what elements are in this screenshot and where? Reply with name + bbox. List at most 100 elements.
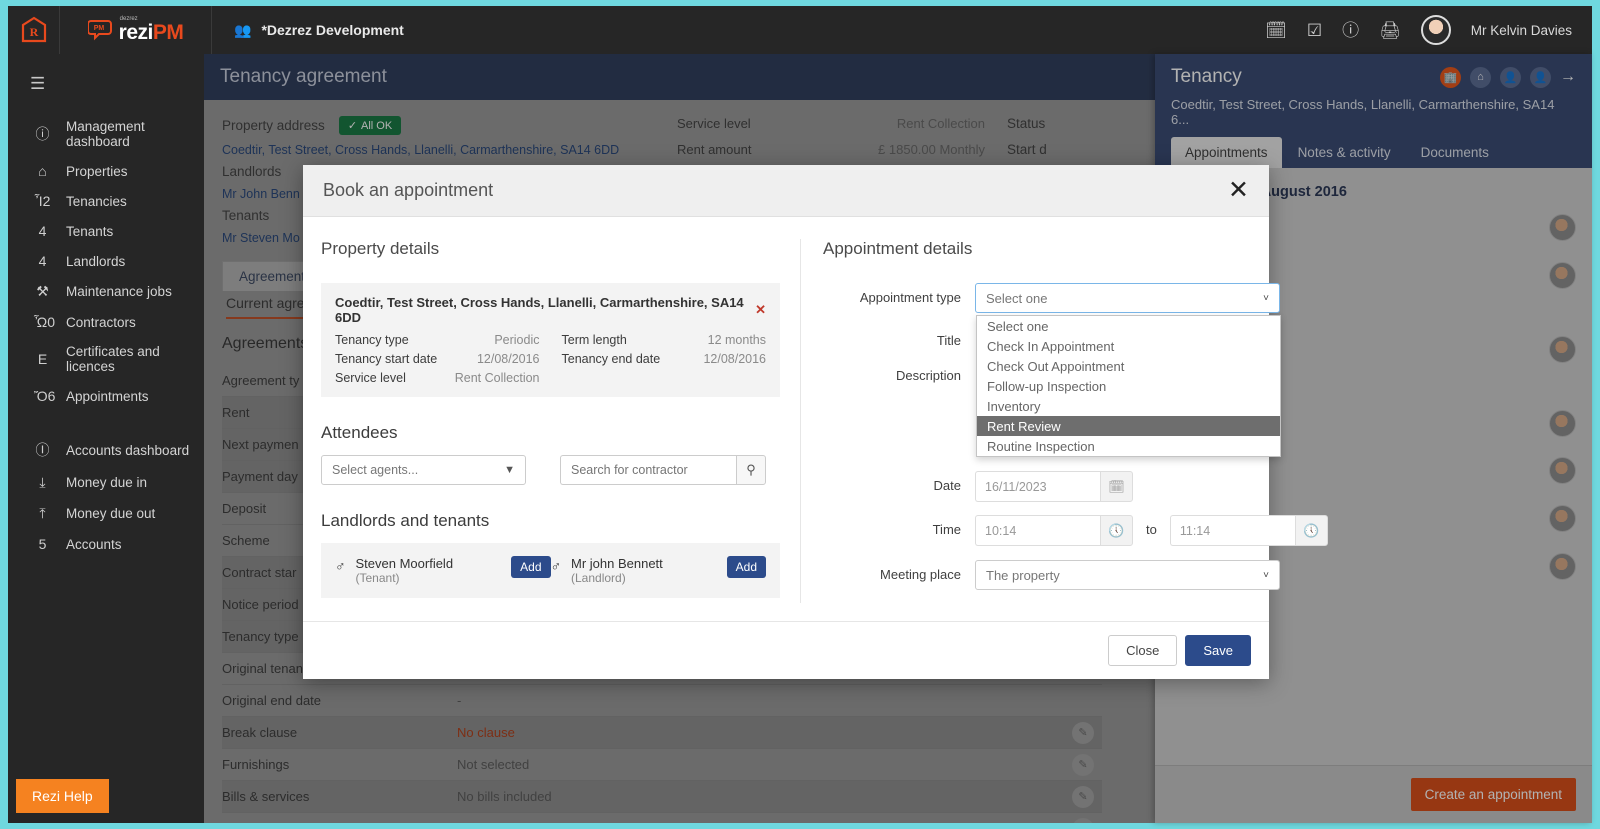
description-label: Description [823,361,975,383]
calendar-picker-icon[interactable]: 🗓 [1100,471,1133,502]
top-bar-actions: 🗓 ☑ ⓘ 🖨 Mr Kelvin Davies [1265,15,1592,45]
property-field: Tenancy type Periodic [335,333,540,347]
meeting-place-label: Meeting place [823,560,975,582]
landlord-icon[interactable]: 👤 [1500,67,1521,88]
sidebar-item-tenants[interactable]: ὆4 Tenants [8,216,204,246]
property-field-label: Term length [562,333,627,347]
user-name[interactable]: Mr Kelvin Davies [1471,23,1572,38]
organisation-label[interactable]: 👥 *Dezrez Development [234,22,404,39]
calendar-icon[interactable]: 🗓 [1265,22,1287,39]
appointment-type-option[interactable]: Select one [977,316,1280,336]
time-to-input[interactable] [1170,515,1295,546]
add-attendee-button[interactable]: Add [727,556,766,578]
search-icon[interactable]: ⚲ [736,455,766,485]
property-card-address: Coedtir, Test Street, Cross Hands, Llane… [335,295,755,325]
appointment-type-option[interactable]: Check Out Appointment [977,356,1280,376]
appointment-type-option[interactable]: Check In Appointment [977,336,1280,356]
time-from-input[interactable] [975,515,1100,546]
appointment-type-options[interactable]: Select one Check In Appointment Check Out … [976,315,1281,457]
edit-pencil-icon[interactable]: ✎ [1072,754,1094,776]
sidebar-item-accounts-dashboard[interactable]: Ⓘ Accounts dashboard [8,433,204,467]
table-row: Furnishings Not selected ✎ [222,749,1102,781]
property-card: Coedtir, Test Street, Cross Hands, Llane… [321,283,780,397]
remove-x-icon[interactable]: ✕ [755,302,766,318]
row-label: Parking [222,821,457,823]
property-address-value[interactable]: Coedtir, Test Street, Cross Hands, Llane… [222,143,619,157]
tab-documents[interactable]: Documents [1407,137,1503,168]
sidebar-item-certificates-and-licences[interactable]: ὜E Certificates and licences [8,337,204,381]
avatar [1549,553,1576,580]
sidebar-item-label: Appointments [66,389,149,404]
sidebar-item-accounts[interactable]: ὆5 Accounts [8,529,204,559]
sidebar-item-money-due-in[interactable]: ⤓ Money due in [8,467,204,498]
money-out-icon: ⤒ [34,505,51,522]
edit-pencil-icon[interactable]: ✎ [1072,818,1094,824]
person-icon: ♂ [551,558,562,574]
info-circle-icon: ⓘ [34,124,51,144]
sidebar-item-maintenance-jobs[interactable]: ⚒ Maintenance jobs [8,276,204,307]
tab-notes-activity[interactable]: Notes & activity [1284,137,1405,168]
avatar[interactable] [1421,15,1451,45]
row-label: Break clause [222,725,457,740]
date-input[interactable] [975,471,1100,502]
clock-icon[interactable]: 🕔 [1295,515,1328,546]
clock-icon[interactable]: 🕔 [1100,515,1133,546]
checkbox-icon[interactable]: ☑ [1307,22,1322,39]
edit-pencil-icon[interactable]: ✎ [1072,786,1094,808]
subtab-current-agreement[interactable]: Current agree [226,295,312,319]
select-agents-dropdown[interactable]: Select agents... ▼ [321,455,526,485]
property-field-value: 12 months [708,333,766,347]
person-role: (Landlord) [571,571,663,585]
sidebar-item-appointments[interactable]: Ὄ6 Appointments [8,381,204,411]
tenant-name[interactable]: Mr Steven Mo [222,231,300,245]
avatar [1549,410,1576,437]
appointment-type-option[interactable]: Inventory [977,396,1280,416]
appointment-type-select[interactable]: Select one ˅ Select one Check In Appointm… [975,283,1280,313]
svg-text:PM: PM [93,25,104,32]
hamburger-icon[interactable]: ☰ [8,54,204,112]
landlords-label: Landlords [222,164,281,179]
property-address-label: Property address [222,118,325,133]
list-item: ♂ Steven Moorfield (Tenant) Add [335,556,551,585]
property-field-value: Periodic [494,333,539,347]
landlord-name[interactable]: Mr John Benn [222,187,300,201]
sidebar-item-tenancies[interactable]: Ἶ2 Tenancies [8,186,204,216]
printer-icon[interactable]: 🖨 [1379,22,1401,39]
create-appointment-button[interactable]: Create an appointment [1411,778,1576,811]
sidebar-item-contractors[interactable]: Ὦ0 Contractors [8,307,204,337]
sidebar-item-landlords[interactable]: ὆4 Landlords [8,246,204,276]
contractor-search-input[interactable] [560,455,736,485]
sidebar-item-money-due-out[interactable]: ⤒ Money due out [8,498,204,529]
sidebar-item-label: Properties [66,164,128,179]
edit-pencil-icon[interactable]: ✎ [1072,722,1094,744]
arrow-right-icon[interactable]: → [1560,68,1576,86]
sidebar-item-label: Tenancies [66,194,127,209]
tab-appointments[interactable]: Appointments [1171,137,1282,168]
save-button[interactable]: Save [1185,635,1251,666]
close-button[interactable]: Close [1108,635,1177,666]
home-icon: ⌂ [34,163,51,179]
tenancy-icon[interactable]: 🏢 [1440,67,1461,88]
book-appointment-modal: Book an appointment ✕ Property details C… [303,165,1269,679]
appointment-type-option[interactable]: Follow-up Inspection [977,376,1280,396]
rezi-help-button[interactable]: Rezi Help [16,779,109,813]
rezipm-wordmark[interactable]: PM dezrez reziPM [60,6,212,54]
close-icon[interactable]: ✕ [1228,182,1249,200]
appointment-type-option[interactable]: Rent Review [977,416,1280,436]
alert-icon[interactable]: ⓘ [1342,22,1359,39]
tenant-icon[interactable]: 👤 [1530,67,1551,88]
time-separator-label: to [1133,515,1170,537]
check-icon: ✓ [348,119,357,132]
rezi-logo-mark[interactable]: R [8,6,60,54]
home-icon[interactable]: ⌂ [1470,67,1491,88]
currency-circle-icon: Ⓘ [34,440,51,460]
person-icon: ♂ [335,558,346,574]
sidebar-item-management-dashboard[interactable]: ⓘ Management dashboard [8,112,204,156]
add-attendee-button[interactable]: Add [511,556,550,578]
appointment-type-option[interactable]: Routine Inspection [977,436,1280,456]
meeting-place-select[interactable]: The property ˅ [975,560,1280,590]
row-value: No bills included [457,789,552,804]
row-label: Original end date [222,693,457,708]
sidebar-item-properties[interactable]: ⌂ Properties [8,156,204,186]
building-icon: Ἶ2 [34,193,51,209]
